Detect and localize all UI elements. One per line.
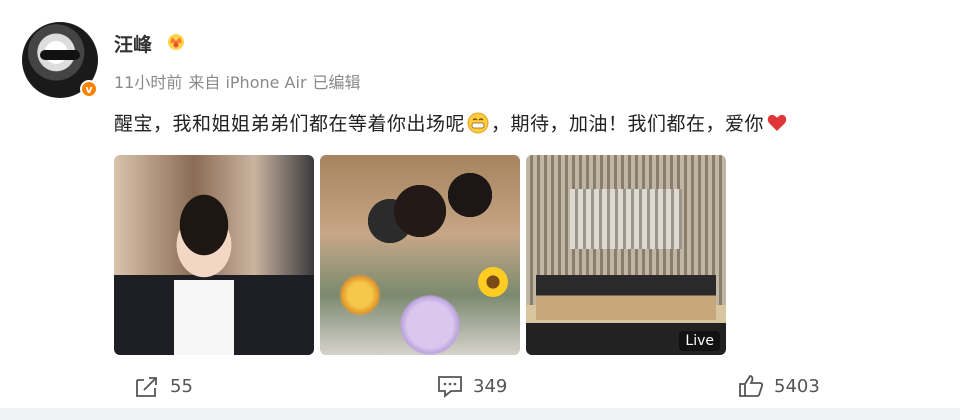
post-text: 醒宝，我和姐姐弟弟们都在等着你出场呢 ，期待，加油！我们都在，爱你 xyxy=(114,109,788,136)
post-meta: 11小时前 来自 iPhone Air 已编辑 xyxy=(114,69,361,93)
sunflower-sticker-icon xyxy=(478,267,508,297)
like-button[interactable]: 5403 xyxy=(738,374,820,398)
thumbs-up-icon xyxy=(739,375,764,397)
avatar-image xyxy=(40,50,80,60)
comment-count: 349 xyxy=(473,375,508,397)
verified-badge-icon: v xyxy=(80,80,98,98)
post-time[interactable]: 11小时前 xyxy=(114,69,182,93)
share-icon xyxy=(136,377,157,397)
live-badge[interactable]: Live xyxy=(679,331,720,351)
photo-detail xyxy=(174,280,234,355)
share-count: 55 xyxy=(170,375,193,397)
grinning-face-emoji-icon xyxy=(467,112,489,133)
comment-icon xyxy=(438,376,462,398)
stage xyxy=(536,275,716,320)
post-source: 来自 iPhone Air xyxy=(188,73,307,92)
comment-button[interactable]: 349 xyxy=(437,374,507,398)
photo-girl-violin[interactable] xyxy=(114,155,314,355)
post-text-rest: ，期待，加油！我们都在，爱你 xyxy=(491,113,765,135)
share-button[interactable]: 55 xyxy=(134,374,193,398)
post-edited[interactable]: 已编辑 xyxy=(313,69,361,93)
post-text-main: 醒宝，我和姐姐弟弟们都在等着你出场呢 xyxy=(114,113,466,135)
weibo-post-card: v 汪峰 11小时前 来自 iPhone Air 已编辑 醒宝，我和姐姐弟弟们都… xyxy=(0,0,960,408)
action-bar: 55 349 5403 xyxy=(0,374,960,398)
photo-concert-hall[interactable]: Live xyxy=(526,155,726,355)
crown-badge-icon[interactable] xyxy=(166,31,186,51)
pipe-organ xyxy=(570,189,682,249)
photo-family-flowers[interactable] xyxy=(320,155,520,355)
like-count: 5403 xyxy=(774,375,820,397)
author-name[interactable]: 汪峰 xyxy=(114,30,152,57)
red-heart-emoji-icon xyxy=(767,114,787,131)
